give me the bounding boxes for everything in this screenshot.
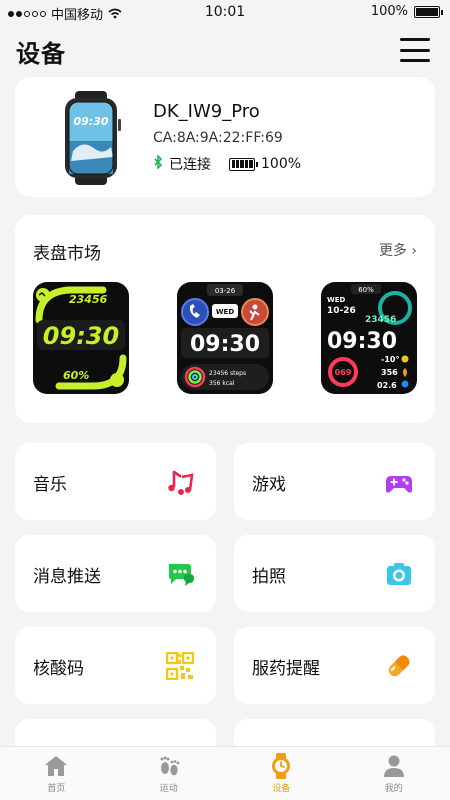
nucleic-acid-code-button[interactable]: 核酸码: [15, 627, 216, 704]
nav-device[interactable]: 设备: [225, 747, 338, 800]
bottom-nav: 首页 运动 设备 我的: [0, 746, 450, 800]
nav-mine-label: 我的: [384, 784, 403, 794]
pill-icon: [388, 655, 410, 677]
watch-face-market: 表盘市场 更多 › 23456 09:30 60% 03-26 WED 09:3…: [15, 215, 435, 423]
nav-home-label: 首页: [47, 784, 66, 794]
chevron-right-icon: ›: [411, 243, 417, 259]
page-title: 设备: [16, 40, 66, 68]
device-name: DK_IW9_Pro: [153, 101, 260, 122]
face2-kcal: 356 kcal: [209, 380, 235, 387]
medicine-reminder-button[interactable]: 服药提醒: [234, 627, 435, 704]
bluetooth-icon: [153, 154, 163, 173]
nucleic-acid-code-label: 核酸码: [33, 659, 84, 679]
market-more-link[interactable]: 更多 ›: [379, 240, 417, 260]
footprint-icon: [160, 756, 180, 776]
device-card[interactable]: 09:30 DK_IW9_Pro CA:8A:9A:22:FF:69 已连接 1…: [15, 77, 435, 197]
nav-mine[interactable]: 我的: [338, 747, 450, 800]
camera-button[interactable]: 拍照: [234, 535, 435, 612]
face3-temp: -10°: [381, 355, 399, 364]
menu-icon[interactable]: [400, 38, 430, 62]
watch-image: 09:30: [65, 91, 121, 185]
face3-steps: 23456: [365, 315, 396, 325]
status-battery-label: 100%: [370, 4, 408, 19]
face1-battery: 60%: [63, 369, 89, 382]
face2-time: 09:30: [190, 332, 260, 357]
user-icon: [383, 755, 404, 777]
face1-time: 09:30: [43, 322, 119, 350]
face3-date: 10-26: [327, 306, 356, 316]
gamepad-icon: [386, 476, 412, 493]
face3-day: WED: [327, 296, 346, 304]
face3-dist: 02.6: [377, 381, 397, 390]
device-battery-icon: [229, 157, 258, 171]
device-mac: CA:8A:9A:22:FF:69: [153, 130, 283, 146]
more-label: 更多: [378, 243, 407, 259]
watch-icon: [272, 753, 291, 779]
music-icon: [168, 470, 194, 495]
face1-steps: 23456: [69, 293, 108, 306]
status-bar: 中国移动 10:01 100%: [0, 0, 450, 24]
market-title: 表盘市场: [33, 244, 101, 264]
watch-face-2[interactable]: 03-26 WED 09:30 23456 steps 356 kcal: [177, 282, 273, 394]
message-push-button[interactable]: 消息推送: [15, 535, 216, 612]
watch-screen-time: 09:30: [73, 115, 108, 128]
battery-icon: [414, 5, 443, 18]
nav-device-label: 设备: [272, 784, 291, 794]
face2-day: WED: [216, 308, 235, 316]
face3-time: 09:30: [327, 329, 397, 354]
device-battery: 100%: [261, 156, 302, 172]
device-status: 已连接 100%: [153, 154, 301, 174]
game-label: 游戏: [252, 475, 286, 495]
home-icon: [45, 756, 68, 776]
nav-sport[interactable]: 运动: [113, 747, 226, 800]
face3-battery: 60%: [358, 286, 374, 294]
message-push-label: 消息推送: [33, 567, 101, 587]
game-button[interactable]: 游戏: [234, 443, 435, 520]
medicine-reminder-label: 服药提醒: [252, 659, 320, 679]
face3-kcal: 356: [381, 368, 398, 377]
face3-hr: 069: [335, 368, 352, 377]
music-button[interactable]: 音乐: [15, 443, 216, 520]
nav-sport-label: 运动: [159, 784, 178, 794]
camera-icon: [387, 563, 411, 585]
music-label: 音乐: [33, 475, 67, 495]
camera-label: 拍照: [252, 567, 286, 587]
watch-face-3[interactable]: 60% WED 10-26 23456 09:30 069 -10° 356 0…: [321, 282, 417, 394]
nav-home[interactable]: 首页: [0, 747, 113, 800]
connection-status: 已连接: [169, 157, 211, 173]
qrcode-icon: [166, 652, 194, 680]
watch-face-1[interactable]: 23456 09:30 60%: [33, 282, 129, 394]
face2-steps: 23456 steps: [209, 370, 246, 377]
face2-date: 03-26: [215, 287, 236, 295]
message-icon: [169, 564, 194, 586]
